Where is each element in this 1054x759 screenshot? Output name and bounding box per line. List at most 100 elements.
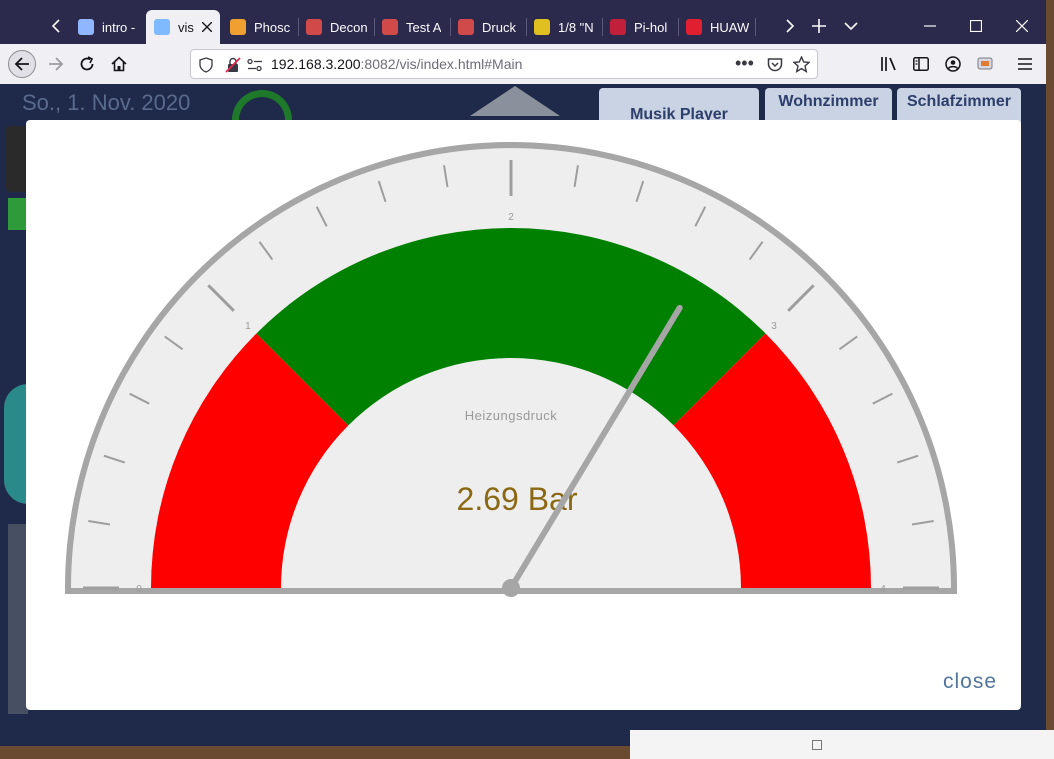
- account-button[interactable]: [939, 50, 967, 78]
- tab-label: Test A: [406, 19, 442, 35]
- tab-favicon-icon: [458, 19, 474, 35]
- tab-favicon-icon: [610, 19, 626, 35]
- tab-separator: [374, 18, 375, 36]
- close-window-button[interactable]: [1008, 12, 1036, 40]
- url-host: 192.168.3.200: [271, 56, 361, 72]
- tab-favicon-icon: [306, 19, 322, 35]
- maximize-icon: [970, 20, 982, 32]
- tab-label: 1/8 "N: [558, 19, 594, 35]
- tab-favicon-icon: [763, 19, 775, 35]
- home-icon: [111, 56, 127, 72]
- bg-triangle: [470, 86, 560, 116]
- tab-7[interactable]: Pi-hol: [602, 10, 676, 44]
- gauge-tick-label: 2: [508, 212, 514, 223]
- url-path: :8082/vis/index.html#Main: [360, 56, 523, 72]
- close-tab-button[interactable]: [202, 22, 212, 32]
- pressure-gauge: 01234 Heizungsdruck 2.69 Bar: [65, 142, 957, 597]
- chevron-right-icon: [786, 19, 795, 33]
- bg-status-widget: [8, 198, 28, 230]
- more-dots-icon: •••: [735, 53, 754, 73]
- forward-button[interactable]: [42, 50, 70, 78]
- reload-icon: [80, 56, 94, 71]
- navigation-toolbar: 192.168.3.200:8082/vis/index.html#Main •…: [0, 44, 1046, 84]
- tab-label: Druck: [482, 19, 516, 35]
- shield-icon: [199, 57, 213, 73]
- gauge-title: Heizungsdruck: [465, 408, 558, 423]
- insecure-lock-icon: [225, 57, 241, 73]
- tab-5[interactable]: Druck: [450, 10, 524, 44]
- tab-3[interactable]: Decon: [298, 10, 372, 44]
- browser-window: intro - vis Phosc Decon Test A Druck 1/8 "N Pi-…: [0, 0, 1046, 746]
- page-actions-button[interactable]: •••: [735, 53, 754, 74]
- tab-1[interactable]: vis: [146, 10, 220, 44]
- tab-label: Phosc: [254, 19, 291, 35]
- url-bar[interactable]: 192.168.3.200:8082/vis/index.html#Main •…: [190, 49, 818, 79]
- tab-favicon-icon: [154, 19, 170, 35]
- tab-8[interactable]: HUAW: [678, 10, 752, 44]
- bookmark-star-icon[interactable]: [793, 56, 810, 73]
- tab-bar: intro - vis Phosc Decon Test A Druck 1/8 "N Pi-…: [0, 0, 1046, 44]
- tab-label: HUAW: [710, 19, 750, 35]
- gauge-tick-label: 4: [880, 584, 886, 595]
- arrow-left-icon: [14, 57, 29, 71]
- bg-ring-gauge: [232, 90, 292, 120]
- bg-right-edge: [1021, 84, 1046, 746]
- tab-label: Decon: [330, 19, 368, 35]
- close-button[interactable]: close: [943, 670, 997, 694]
- account-icon: [945, 56, 961, 72]
- tab-label: Pi-hol: [634, 19, 668, 35]
- tab-separator: [298, 18, 299, 36]
- library-icon: [881, 57, 896, 71]
- tab-favicon-icon: [78, 19, 94, 35]
- tab-separator: [526, 18, 527, 36]
- minimize-button[interactable]: [916, 12, 944, 40]
- scroll-tabs-right-button[interactable]: [776, 12, 804, 40]
- desktop-window-behind: [630, 730, 1054, 759]
- close-icon: [202, 22, 212, 32]
- tab-favicon-icon: [382, 19, 398, 35]
- extension-button[interactable]: [971, 50, 999, 78]
- scroll-tabs-left-button[interactable]: [42, 12, 70, 40]
- gauge-tick-label: 0: [136, 584, 142, 595]
- new-tab-button[interactable]: [805, 12, 833, 40]
- pocket-icon[interactable]: [767, 57, 783, 73]
- tab-separator: [450, 18, 451, 36]
- tab-6[interactable]: 1/8 "N: [526, 10, 600, 44]
- library-button[interactable]: [875, 50, 903, 78]
- gauge-tick-label: 3: [771, 321, 777, 332]
- tab-overflow-left: [0, 12, 28, 40]
- chevron-left-icon: [51, 19, 60, 33]
- tab-favicon-icon: [686, 19, 702, 35]
- tab-2[interactable]: Phosc: [222, 10, 296, 44]
- reload-button[interactable]: [73, 50, 101, 78]
- tab-4[interactable]: Test A: [374, 10, 448, 44]
- sidebar-button[interactable]: [907, 50, 935, 78]
- extension-icon: [977, 57, 993, 70]
- tab-0[interactable]: intro -: [70, 10, 144, 44]
- gauge-tick-label: 1: [245, 321, 251, 332]
- arrow-right-icon: [49, 57, 64, 71]
- tab-separator: [678, 18, 679, 36]
- minimize-icon: [924, 25, 936, 27]
- tab-9[interactable]: He: [755, 10, 775, 44]
- maximize-button[interactable]: [962, 12, 990, 40]
- tab-label: vis: [178, 19, 194, 35]
- plus-icon: [812, 19, 826, 33]
- menu-button[interactable]: [1011, 50, 1039, 78]
- gauge-dialog: 01234 Heizungsdruck 2.69 Bar close: [26, 120, 1021, 710]
- tab-label: intro -: [102, 19, 136, 35]
- chevron-down-icon: [844, 22, 858, 31]
- tab-separator: [755, 18, 756, 36]
- tab-favicon-icon: [230, 19, 246, 35]
- home-button[interactable]: [105, 50, 133, 78]
- hamburger-menu-icon: [1018, 58, 1032, 70]
- page-date: So., 1. Nov. 2020: [22, 90, 191, 115]
- url-text: 192.168.3.200:8082/vis/index.html#Main: [271, 56, 522, 72]
- back-button[interactable]: [8, 50, 36, 78]
- list-all-tabs-button[interactable]: [837, 12, 865, 40]
- tab-separator: [602, 18, 603, 36]
- bg-clock-widget: [6, 126, 28, 192]
- bg-panel-widget: [8, 524, 28, 714]
- bg-round-widget: [4, 384, 28, 504]
- close-icon: [1016, 20, 1028, 32]
